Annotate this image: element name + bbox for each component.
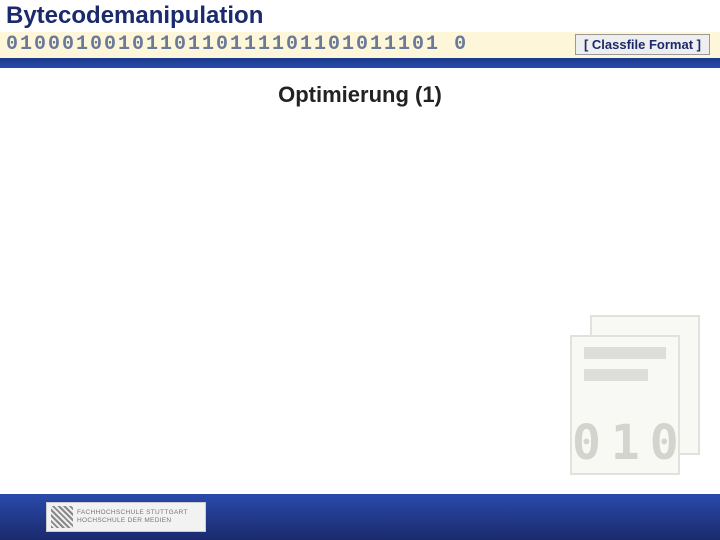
document-line [584, 369, 648, 381]
document-graphic: 010 [560, 315, 710, 485]
presentation-title: Bytecodemanipulation [6, 2, 263, 30]
footer-bar: FACHHOCHSCHULE STUTTGART HOCHSCHULE DER … [0, 494, 720, 540]
header-divider [0, 58, 720, 68]
document-line [584, 347, 666, 359]
logo-line-1: FACHHOCHSCHULE STUTTGART [77, 509, 188, 517]
slide-title: Optimierung (1) [0, 82, 720, 108]
document-digits: 010 [572, 419, 689, 467]
logo-text: FACHHOCHSCHULE STUTTGART HOCHSCHULE DER … [77, 509, 188, 525]
footer-logo: FACHHOCHSCHULE STUTTGART HOCHSCHULE DER … [46, 502, 206, 532]
logo-line-2: HOCHSCHULE DER MEDIEN [77, 517, 188, 525]
logo-icon [51, 506, 73, 528]
document-page-front: 010 [570, 335, 680, 475]
section-tag: [ Classfile Format ] [575, 34, 710, 55]
slide-header: Bytecodemanipulation 0100010010110110111… [0, 0, 720, 58]
